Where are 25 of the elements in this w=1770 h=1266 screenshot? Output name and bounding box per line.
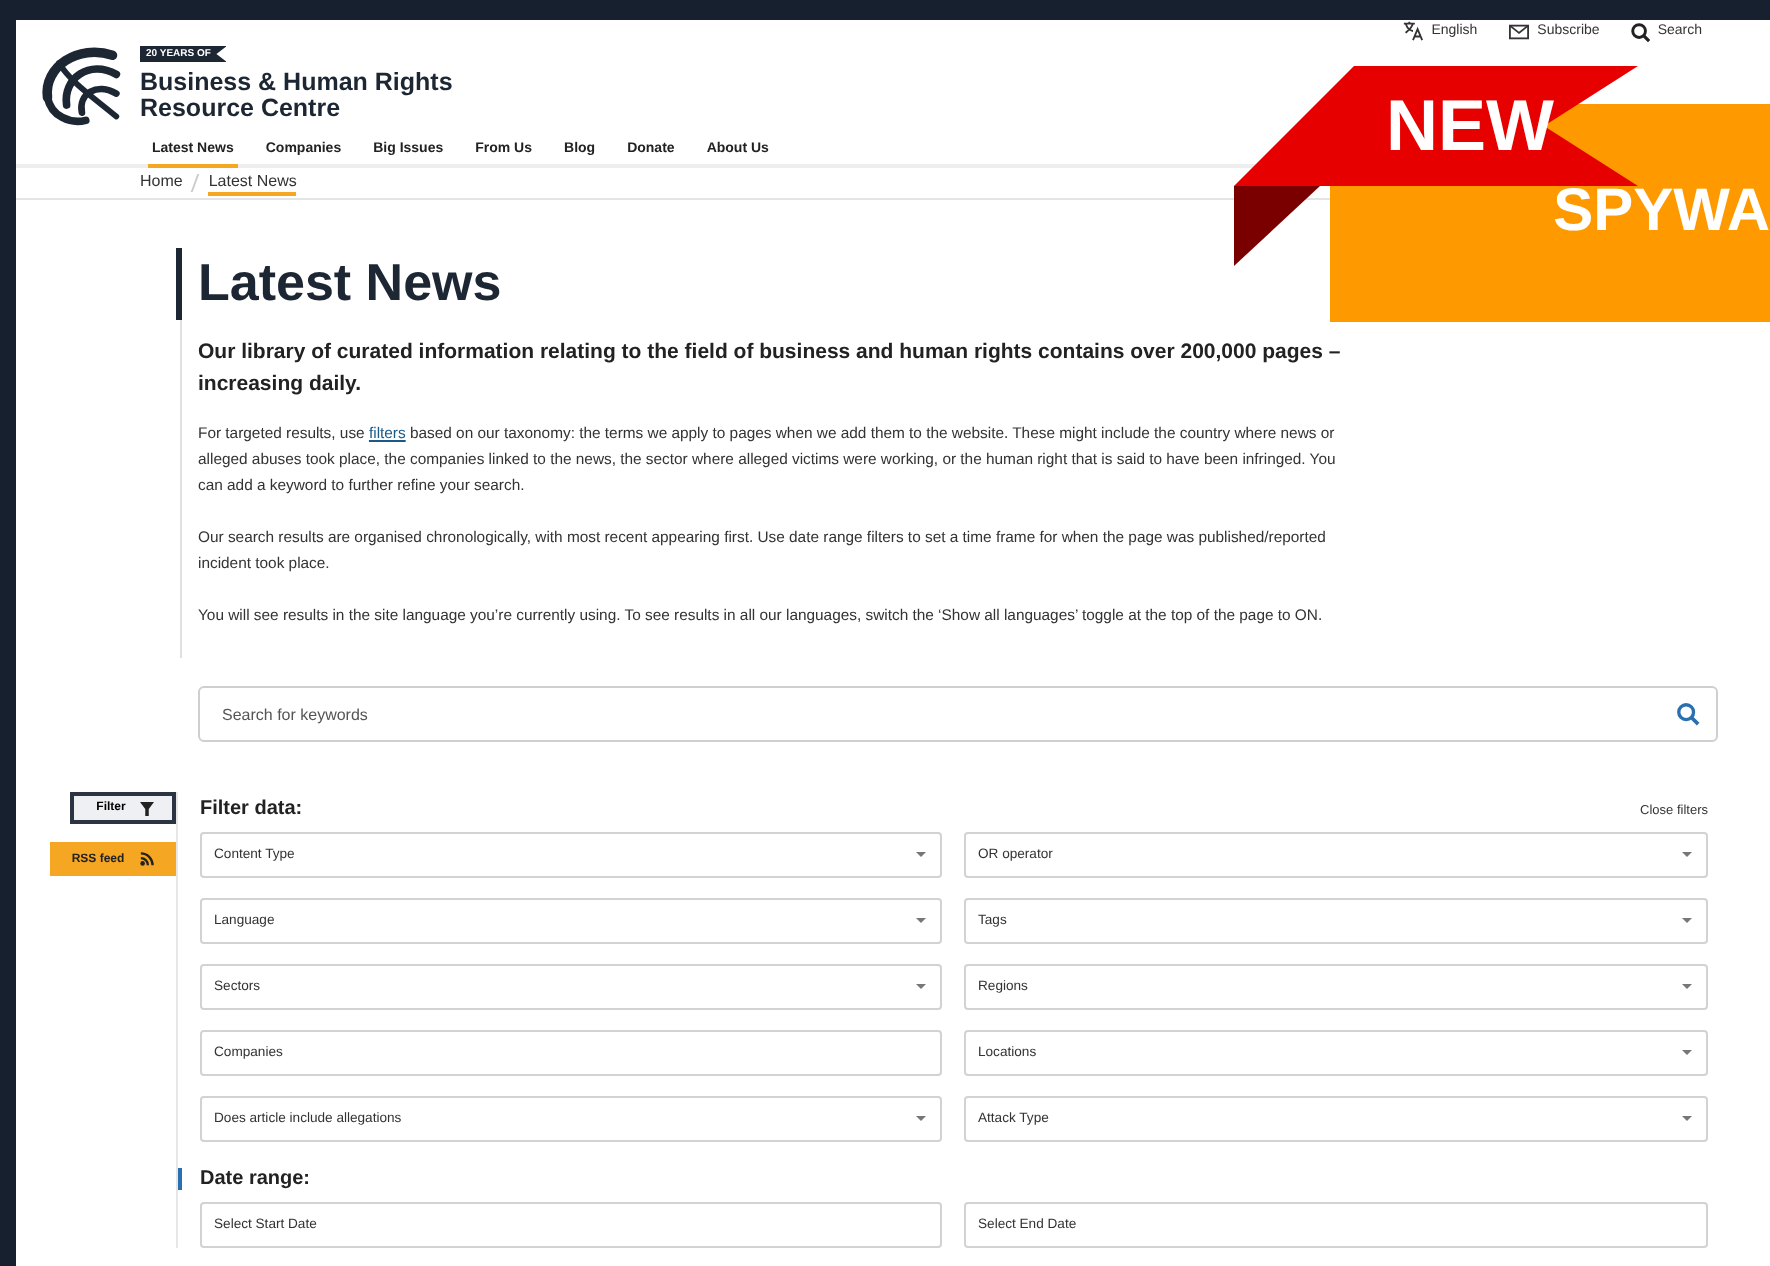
site-name: Resource Centre (140, 96, 341, 122)
caret-icon (1682, 1050, 1692, 1056)
ribbon-label: NEW (1386, 86, 1554, 166)
search-icon (1629, 21, 1650, 41)
caret-icon (916, 984, 926, 990)
caret-icon (1682, 984, 1692, 990)
search-field[interactable]: Search for keywords (198, 686, 1718, 742)
rss-icon (140, 852, 155, 866)
filter-heading: Filter data: (200, 798, 303, 820)
caret-icon (1682, 1116, 1692, 1122)
caret-icon (916, 918, 926, 924)
date-range-heading: Date range: (178, 1168, 1708, 1190)
translate-icon (1401, 20, 1424, 42)
caret-icon (916, 1116, 926, 1122)
search-icon (1676, 702, 1700, 726)
caret-icon (1682, 852, 1692, 858)
funnel-icon (139, 801, 154, 815)
breadcrumb-link[interactable]: Home (140, 171, 183, 195)
mail-icon (1507, 21, 1530, 41)
caret-icon (1682, 918, 1692, 924)
banner-title: SPYWA (1553, 178, 1770, 246)
caret-icon (916, 852, 926, 858)
site-name: Business & Human Rights (140, 70, 453, 96)
intro-text: Our library of curated information relating to the field of business and human rights contains over 200,000 pages – increasing daily. (198, 338, 1343, 400)
breadcrumb-link[interactable]: Latest News (208, 171, 297, 195)
